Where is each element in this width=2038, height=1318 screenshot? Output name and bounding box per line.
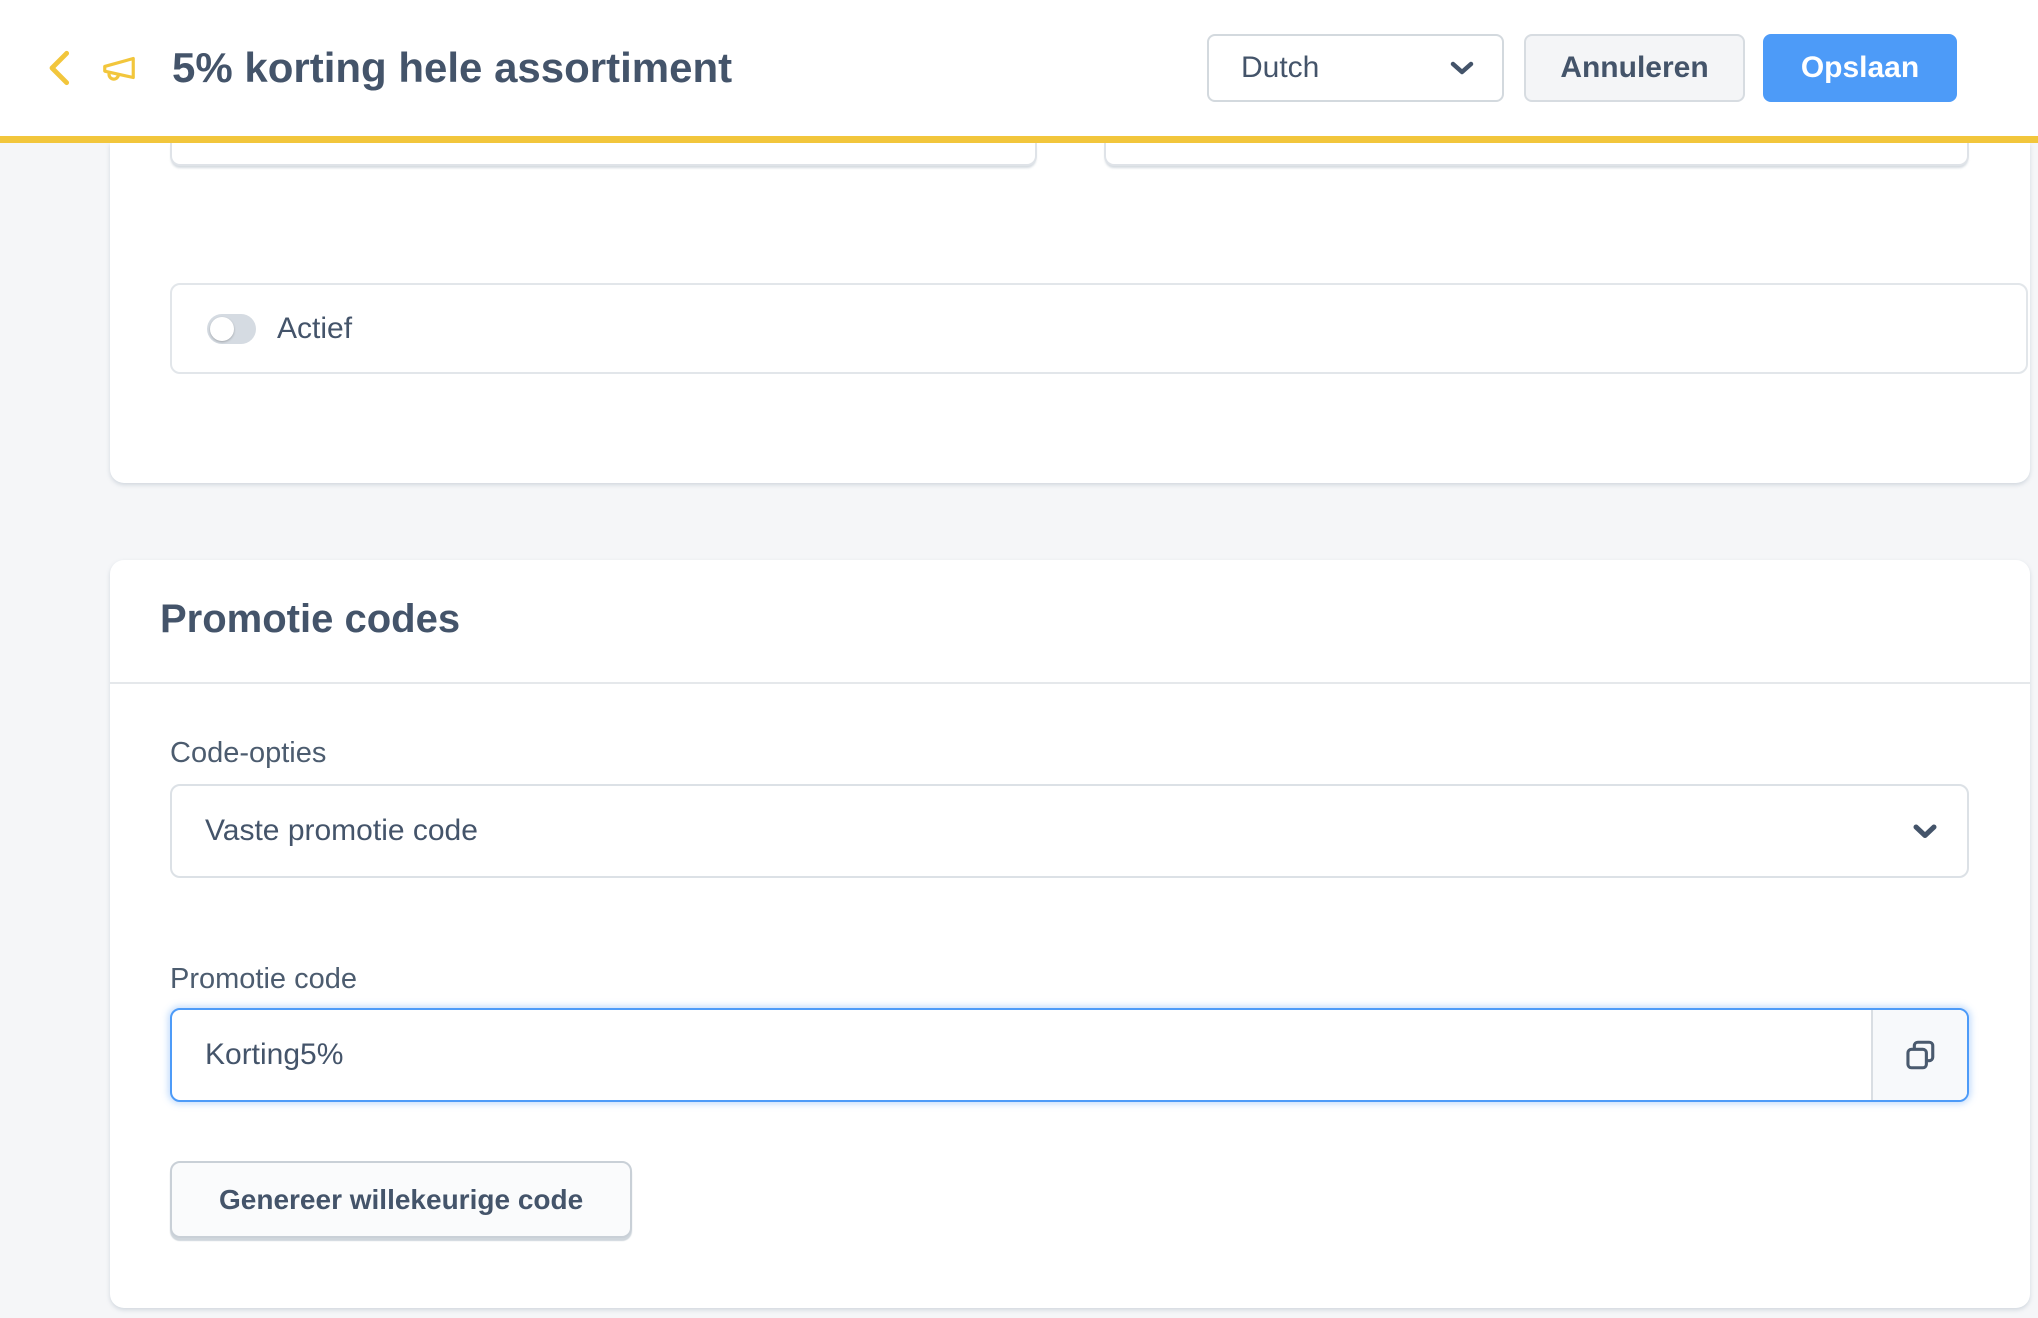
promo-code-label: Promotie code [170,963,357,995]
clipped-input-left[interactable] [170,143,1037,166]
save-button-label: Opslaan [1800,51,1920,84]
settings-card: Actief [110,143,2030,483]
code-options-label: Code-opties [170,737,327,769]
promo-codes-card: Promotie codes Code-opties Vaste promoti… [110,560,2030,1308]
cancel-button[interactable]: Annuleren [1524,34,1745,102]
copy-code-button[interactable] [1871,1010,1967,1100]
clipped-input-right[interactable] [1104,143,1969,166]
promo-code-input-group [170,1008,1969,1102]
active-toggle-row: Actief [170,283,2028,374]
language-select[interactable]: Dutch [1207,34,1504,102]
language-select-value: Dutch [1241,51,1320,84]
page-title: 5% korting hele assortiment [172,44,733,91]
code-options-select[interactable]: Vaste promotie code [170,784,1969,878]
promo-card-body: Code-opties Vaste promotie code Promotie… [110,736,2030,1238]
promo-code-input[interactable] [172,1010,1871,1100]
promo-card-header: Promotie codes [110,560,2030,684]
app-header: 5% korting hele assortiment Dutch Annule… [0,0,2038,143]
chevron-left-icon [49,50,70,86]
generate-random-code-button[interactable]: Genereer willekeurige code [170,1161,633,1238]
toggle-knob [210,316,234,341]
save-button[interactable]: Opslaan [1763,34,1957,102]
megaphone-icon [96,45,142,91]
back-button[interactable] [38,46,82,90]
cancel-button-label: Annuleren [1560,51,1709,84]
copy-icon [1906,1040,1935,1070]
generate-random-code-label: Genereer willekeurige code [219,1184,584,1215]
active-toggle[interactable] [207,313,256,344]
chevron-down-icon [1913,824,1937,838]
promo-card-title: Promotie codes [160,596,461,641]
chevron-down-icon [1450,61,1474,74]
active-toggle-label: Actief [277,311,353,345]
code-options-select-value: Vaste promotie code [205,814,478,847]
